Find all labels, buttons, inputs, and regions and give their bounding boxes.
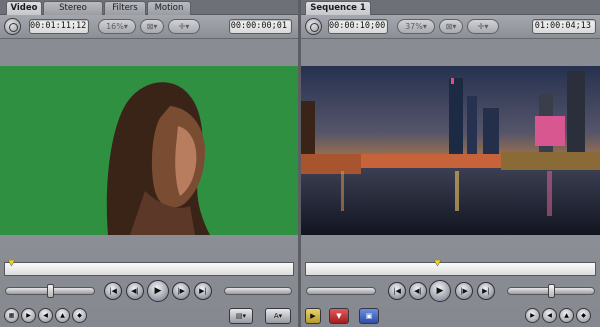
go-to-out-icon[interactable]: ▶| [477,282,495,300]
shuttle-control[interactable] [5,284,95,298]
replace-edit-icon[interactable]: ▣ [359,308,379,324]
canvas-tab-bar: Sequence 1 [301,0,600,15]
canvas-bottom-buttons: ▶ ▼ ▣ ▶ ◀ ▲ ◆ [301,305,600,327]
playhead-icon[interactable] [8,260,15,267]
duration-timecode-field[interactable]: 00:01:11;12 [29,19,89,34]
tab-video[interactable]: Video [6,1,42,15]
view-popup[interactable]: ⊠▾ [140,19,164,34]
play-around-icon[interactable]: |▶ [172,282,190,300]
canvas-overlay-popup[interactable]: ✛▾ [467,19,499,34]
canvas-pane: Sequence 1 00:00:10;00 37%▾ ⊠▾ ✛▾ 01:00:… [301,0,600,327]
overwrite-edit-icon[interactable]: ▼ [329,308,349,324]
overlay-popup[interactable]: ✛▾ [168,19,200,34]
play-around-icon[interactable]: |▶ [455,282,473,300]
overlay-icon: ✛▾ [178,22,190,31]
canvas-letterbox-top [301,39,600,66]
current-timecode-field[interactable]: 00:00:00;01 [229,19,292,34]
viewer-video-frame[interactable] [0,66,298,235]
canvas-transport: |◀ ◀| ▶ |▶ ▶| [301,279,600,305]
green-screen-portrait-image [0,66,298,235]
viewer-transport: |◀ ◀| ▶ |▶ ▶| [0,279,298,305]
play-icon[interactable]: ▶ [429,280,451,302]
canvas-shuttle-control[interactable] [507,284,595,298]
shuttle-knob[interactable] [47,284,54,298]
viewer-tab-bar: Video Stereo (a1a2) Filters Motion [0,0,298,26]
viewer-scrubber-bar[interactable] [4,260,294,276]
tab-filters[interactable]: Filters [104,1,146,15]
canvas-current-timecode-field[interactable]: 01:00:04;13 [532,19,596,34]
mark-clip-icon[interactable]: ▲ [55,308,70,323]
viewer-letterbox-top [0,39,298,66]
add-marker-icon[interactable]: ◆ [72,308,87,323]
canvas-zoom-popup[interactable]: 37%▾ [397,19,435,34]
generator-icon[interactable]: A▾ [265,308,291,324]
mark-in-icon[interactable]: ▶ [21,308,36,323]
tab-sequence-1[interactable]: Sequence 1 [305,1,371,15]
canvas-video-frame[interactable] [301,66,600,235]
canvas-scrubber-bar[interactable] [305,260,596,276]
city-river-night-image [301,66,600,235]
playhead-icon[interactable] [434,260,441,267]
canvas-view-popup[interactable]: ⊠▾ [439,19,463,34]
view-mode-icon: ⊠▾ [445,22,457,31]
mark-out-icon[interactable]: ◀ [38,308,53,323]
jog-control[interactable] [224,287,292,295]
canvas-shuttle-knob[interactable] [548,284,555,298]
insert-edit-icon[interactable]: ▶ [305,308,321,324]
view-mode-icon: ⊠▾ [146,22,158,31]
canvas-zoom-value: 37% [405,22,423,31]
fcp-window: Video Stereo (a1a2) Filters Motion 00:01… [0,0,600,327]
recent-clips-icon[interactable]: ▤▾ [229,308,253,324]
zoom-value: 16% [106,22,124,31]
duration-timecode-icon [305,18,322,35]
match-frame-icon[interactable]: ▦ [4,308,19,323]
add-marker-icon[interactable]: ◆ [576,308,591,323]
play-in-to-out-icon[interactable]: ◀| [126,282,144,300]
overlay-icon: ✛▾ [477,22,489,31]
viewer-toolbar: 00:01:11;12 16%▾ ⊠▾ ✛▾ 00:00:00;01 [0,15,298,39]
canvas-jog-control[interactable] [306,287,376,295]
viewer-pane: Video Stereo (a1a2) Filters Motion 00:01… [0,0,298,327]
mark-clip-icon[interactable]: ▲ [559,308,574,323]
play-icon[interactable]: ▶ [147,280,169,302]
chevron-down-icon: ▾ [422,22,427,31]
canvas-toolbar: 00:00:10;00 37%▾ ⊠▾ ✛▾ 01:00:04;13 [301,15,600,39]
chevron-down-icon: ▾ [123,22,128,31]
duration-timecode-icon [4,18,21,35]
zoom-popup[interactable]: 16%▾ [98,19,136,34]
canvas-duration-timecode-field[interactable]: 00:00:10;00 [328,19,388,34]
tab-motion[interactable]: Motion [147,1,191,15]
mark-out-icon[interactable]: ◀ [542,308,557,323]
viewer-bottom-buttons: ▦ ▶ ◀ ▲ ◆ ▤▾ A▾ [0,305,298,327]
mark-in-icon[interactable]: ▶ [525,308,540,323]
tab-stereo[interactable]: Stereo (a1a2) [43,1,103,26]
play-in-to-out-icon[interactable]: ◀| [409,282,427,300]
go-to-out-icon[interactable]: ▶| [194,282,212,300]
go-to-in-icon[interactable]: |◀ [104,282,122,300]
go-to-in-icon[interactable]: |◀ [388,282,406,300]
